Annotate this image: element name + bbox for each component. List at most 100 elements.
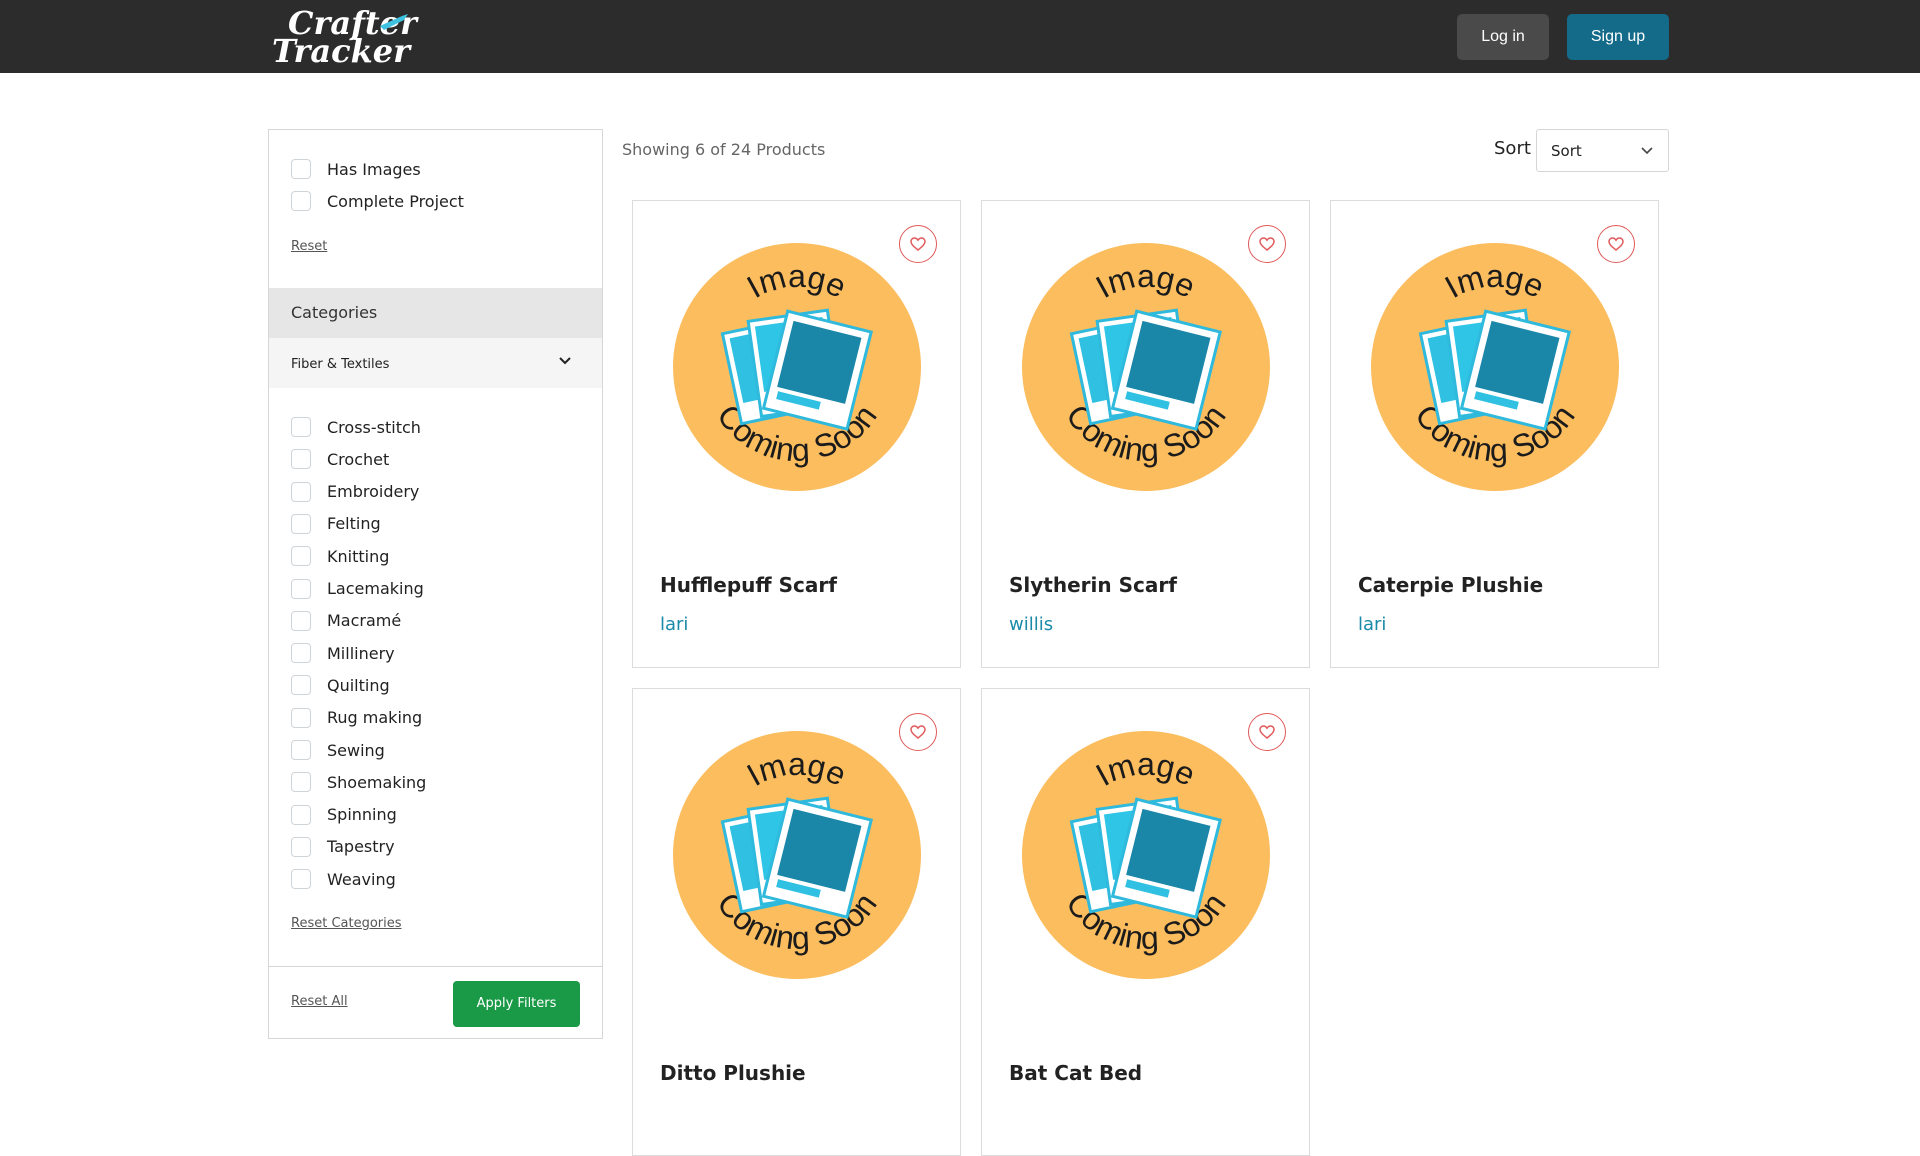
category-filter-item[interactable]: Quilting	[291, 673, 390, 697]
divider	[269, 966, 602, 967]
checkbox[interactable]	[291, 610, 311, 631]
heart-icon	[910, 237, 926, 251]
category-filter-item[interactable]: Crochet	[291, 447, 389, 471]
product-card[interactable]: Image Coming Soon	[981, 688, 1310, 1156]
category-label: Knitting	[327, 546, 390, 566]
crochet-hook-icon	[380, 14, 408, 30]
category-label: Embroidery	[327, 482, 420, 502]
category-filter-item[interactable]: Tapestry	[291, 835, 395, 859]
checkbox[interactable]	[291, 804, 311, 825]
category-filter-item[interactable]: Weaving	[291, 867, 396, 891]
heart-icon	[1259, 237, 1275, 251]
checkbox[interactable]	[291, 740, 311, 760]
signup-button[interactable]: Sign up	[1567, 14, 1669, 60]
heart-icon	[1608, 237, 1624, 251]
category-group-select[interactable]: Fiber & Textiles	[269, 338, 602, 388]
category-group-value: Fiber & Textiles	[291, 357, 390, 372]
filter-sidebar: Has Images Complete Project Reset Catego…	[268, 129, 603, 1039]
product-card[interactable]: Image Coming Soon	[632, 200, 961, 668]
image-coming-soon-placeholder: Image Coming Soon	[1022, 243, 1270, 491]
product-title[interactable]: Caterpie Plushie	[1358, 573, 1543, 597]
checkbox[interactable]	[291, 159, 311, 179]
checkbox[interactable]	[291, 546, 311, 567]
checkbox[interactable]	[291, 675, 311, 696]
favorite-button[interactable]	[1248, 225, 1286, 263]
apply-filters-button[interactable]: Apply Filters	[453, 981, 580, 1027]
category-filter-item[interactable]: Shoemaking	[291, 770, 426, 794]
top-navbar: Crafter Tracker Log in Sign up	[0, 0, 1920, 73]
product-card[interactable]: Image Coming Soon	[1330, 200, 1659, 668]
favorite-button[interactable]	[899, 713, 937, 751]
product-card[interactable]: Image Coming Soon	[632, 688, 961, 1156]
product-title[interactable]: Bat Cat Bed	[1009, 1061, 1142, 1085]
checkbox[interactable]	[291, 643, 311, 664]
reset-link[interactable]: Reset	[291, 239, 327, 254]
checkbox[interactable]	[291, 772, 311, 793]
category-filter-item[interactable]: Spinning	[291, 803, 397, 827]
category-filter-item[interactable]: Cross-stitch	[291, 415, 421, 439]
category-filter-item[interactable]: Felting	[291, 512, 381, 536]
heart-icon	[1259, 725, 1275, 739]
checkbox[interactable]	[291, 578, 311, 599]
checkbox[interactable]	[291, 481, 311, 502]
category-label: Millinery	[327, 643, 395, 663]
category-filter-item[interactable]: Millinery	[291, 641, 395, 665]
category-label: Cross-stitch	[327, 417, 421, 437]
category-label: Quilting	[327, 675, 390, 695]
product-card[interactable]: Image Coming Soon	[981, 200, 1310, 668]
image-coming-soon-placeholder: Image Coming Soon	[673, 243, 921, 491]
product-title[interactable]: Slytherin Scarf	[1009, 573, 1177, 597]
category-label: Crochet	[327, 449, 390, 469]
category-label: Rug making	[327, 708, 423, 728]
category-label: Macramé	[327, 611, 402, 631]
login-button[interactable]: Log in	[1457, 14, 1549, 60]
sort-dropdown[interactable]: Sort	[1536, 129, 1669, 172]
chevron-down-icon	[559, 357, 571, 365]
category-filter-item[interactable]: Knitting	[291, 544, 389, 568]
product-author-link[interactable]: lari	[1358, 614, 1386, 635]
category-filter-item[interactable]: Lacemaking	[291, 577, 424, 601]
image-coming-soon-placeholder: Image Coming Soon	[1022, 731, 1270, 979]
image-coming-soon-placeholder: Image Coming Soon	[673, 731, 921, 979]
category-label: Sewing	[327, 740, 385, 760]
product-author-link[interactable]: willis	[1009, 614, 1053, 635]
sort-value: Sort	[1551, 142, 1582, 160]
checkbox[interactable]	[291, 869, 311, 890]
filter-has-images[interactable]: Has Images	[291, 157, 421, 181]
checkbox[interactable]	[291, 417, 311, 437]
category-label: Lacemaking	[327, 579, 424, 598]
checkbox[interactable]	[291, 707, 311, 728]
category-label: Weaving	[327, 869, 396, 889]
checkbox[interactable]	[291, 191, 311, 211]
chevron-down-icon	[1641, 147, 1653, 155]
filter-complete-project[interactable]: Complete Project	[291, 189, 464, 213]
categories-title: Categories	[291, 303, 378, 322]
filter-label: Complete Project	[327, 191, 464, 211]
checkbox[interactable]	[291, 513, 311, 534]
categories-header: Categories	[269, 288, 602, 338]
product-author-link[interactable]: lari	[660, 614, 688, 635]
checkbox[interactable]	[291, 836, 311, 857]
favorite-button[interactable]	[899, 225, 937, 263]
category-label: Shoemaking	[327, 772, 427, 792]
category-label: Tapestry	[327, 837, 395, 857]
category-filter-item[interactable]: Macramé	[291, 609, 401, 633]
filter-label: Has Images	[327, 159, 421, 179]
category-filter-item[interactable]: Embroidery	[291, 480, 419, 504]
product-title[interactable]: Hufflepuff Scarf	[660, 573, 837, 597]
reset-all-link[interactable]: Reset All	[291, 994, 348, 1009]
checkbox[interactable]	[291, 449, 311, 470]
favorite-button[interactable]	[1597, 225, 1635, 263]
results-count: Showing 6 of 24 Products	[622, 140, 826, 159]
category-label: Felting	[327, 514, 381, 534]
sort-label: Sort	[1494, 138, 1531, 159]
category-label: Spinning	[327, 805, 397, 825]
category-filter-item[interactable]: Rug making	[291, 706, 422, 730]
logo-text-line2: Tracker	[272, 32, 410, 70]
reset-categories-link[interactable]: Reset Categories	[291, 916, 402, 931]
favorite-button[interactable]	[1248, 713, 1286, 751]
product-title[interactable]: Ditto Plushie	[660, 1061, 806, 1085]
crafter-tracker-logo[interactable]: Crafter Tracker	[268, 4, 417, 70]
category-filter-item[interactable]: Sewing	[291, 738, 385, 762]
image-coming-soon-placeholder: Image Coming Soon	[1371, 243, 1619, 491]
